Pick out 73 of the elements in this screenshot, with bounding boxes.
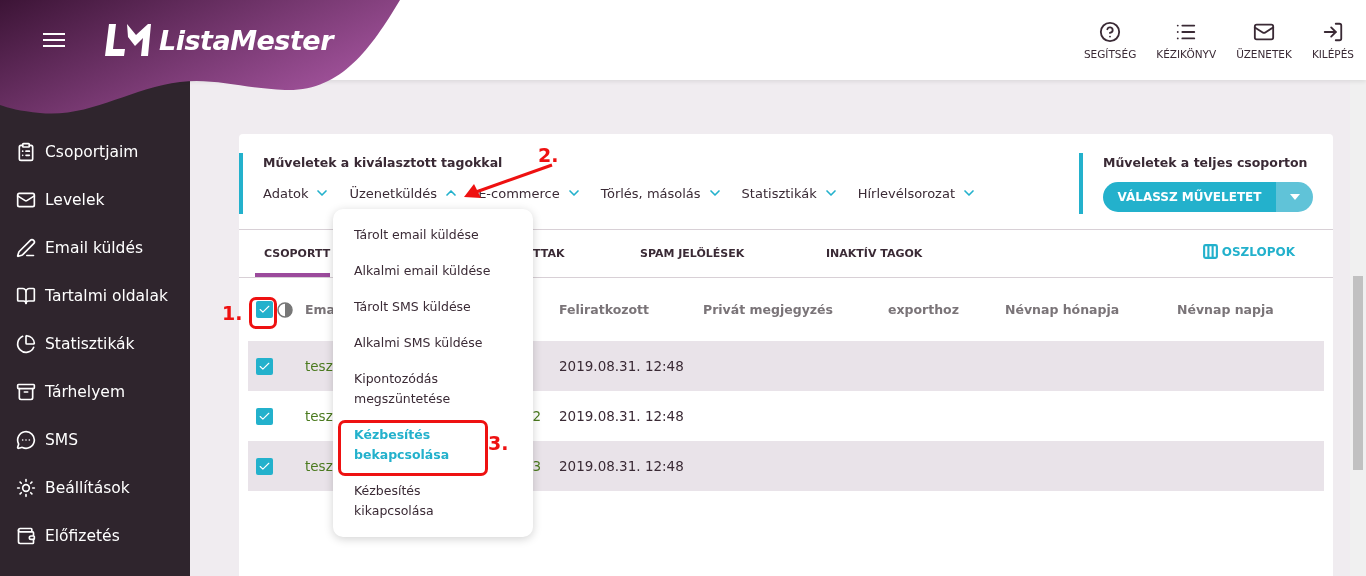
column-header: Feliratkozott bbox=[559, 302, 650, 317]
caret-icon bbox=[1289, 194, 1300, 200]
columns-icon bbox=[1201, 243, 1219, 260]
logout-icon bbox=[1321, 20, 1344, 43]
column-header: Névnap hónapja bbox=[1005, 302, 1120, 317]
check-icon bbox=[258, 303, 271, 316]
menu-item[interactable]: Tárolt email küldése bbox=[354, 225, 479, 245]
annotation-label: 2. bbox=[538, 144, 559, 166]
sidebar-item[interactable]: Csoportjaim bbox=[0, 138, 190, 166]
menu-item[interactable]: Alkalmi SMS küldése bbox=[354, 333, 483, 353]
sidebar-item[interactable]: SMS bbox=[0, 426, 190, 454]
tab[interactable]: TTAK bbox=[533, 230, 565, 277]
column-header: Névnap napja bbox=[1177, 302, 1274, 317]
sidebar-item[interactable]: Statisztikák bbox=[0, 330, 190, 358]
clipboard-icon bbox=[16, 142, 36, 162]
menu-item[interactable]: Kipontozódás megszüntetése bbox=[354, 369, 494, 409]
sidebar-item[interactable]: Előfizetés bbox=[0, 522, 190, 550]
table-cell-text: 2019.08.31. 12:48 bbox=[559, 458, 685, 474]
archive-icon bbox=[16, 382, 36, 402]
action-menu[interactable]: Hírlevélsorozat bbox=[857, 185, 977, 201]
scrollbar[interactable] bbox=[1350, 80, 1366, 576]
action-menu[interactable]: Statisztikák bbox=[741, 185, 839, 201]
menu-button[interactable] bbox=[43, 32, 65, 48]
settings-icon bbox=[16, 478, 36, 498]
column-header: Privát megjegyzés bbox=[703, 302, 834, 317]
header-action-button[interactable]: KILÉPÉS bbox=[1311, 20, 1354, 60]
action-menu[interactable]: Törlés, másolás bbox=[600, 185, 723, 201]
tab[interactable]: INAKTÍV TAGOK bbox=[826, 230, 923, 277]
panel-title: Műveletek a teljes csoporton bbox=[1103, 155, 1309, 170]
contrast-icon bbox=[277, 301, 293, 318]
header-action-button[interactable]: SEGÍTSÉG bbox=[1083, 20, 1137, 60]
select-all-checkbox[interactable] bbox=[256, 301, 273, 318]
pie-chart-icon bbox=[16, 334, 36, 354]
column-header: Ema bbox=[305, 302, 335, 317]
chat-icon bbox=[16, 430, 36, 450]
row-checkbox[interactable] bbox=[256, 357, 273, 375]
table-cell-text: 2019.08.31. 12:48 bbox=[559, 408, 685, 424]
book-icon bbox=[16, 286, 36, 306]
menu-item[interactable]: Tárolt SMS küldése bbox=[354, 297, 471, 317]
row-checkbox[interactable] bbox=[256, 407, 273, 425]
header-action-button[interactable]: ÜZENETEK bbox=[1236, 20, 1292, 60]
menu-item[interactable]: Alkalmi email küldése bbox=[354, 261, 491, 281]
tab[interactable]: SPAM JELÖLÉSEK bbox=[640, 230, 745, 277]
action-menu[interactable]: E-commerce bbox=[478, 185, 582, 201]
table-cell-text: 3 bbox=[531, 458, 542, 474]
annotation-label: 1. bbox=[222, 302, 243, 324]
action-menu[interactable]: Adatok bbox=[263, 185, 331, 201]
sidebar-item[interactable]: Tárhelyem bbox=[0, 378, 190, 406]
sidebar-item[interactable]: Levelek bbox=[0, 186, 190, 214]
menu-icon bbox=[43, 32, 65, 48]
annotation-label: 3. bbox=[488, 432, 509, 454]
table-cell-text: tesz bbox=[305, 358, 334, 374]
sidebar-item[interactable]: Beállítások bbox=[0, 474, 190, 502]
action-menu[interactable]: Üzenetküldés bbox=[349, 185, 460, 201]
wallet-icon bbox=[16, 526, 36, 546]
table-cell-text: 2019.08.31. 12:48 bbox=[559, 358, 685, 374]
logo-text: ListaMester bbox=[159, 24, 333, 56]
scrollbar-thumb[interactable] bbox=[1353, 276, 1363, 470]
mail-icon bbox=[16, 190, 36, 210]
highlight-frame bbox=[249, 297, 277, 329]
column-header: exporthoz bbox=[888, 302, 959, 317]
menu-item[interactable]: Kézbesítés kikapcsolása bbox=[354, 481, 494, 521]
table-cell-text: tesz bbox=[305, 458, 334, 474]
sidebar-item[interactable]: Email küldés bbox=[0, 234, 190, 262]
sidebar-item[interactable]: Tartalmi oldalak bbox=[0, 282, 190, 310]
logo-icon bbox=[105, 23, 151, 57]
table-cell-text: 2 bbox=[531, 408, 542, 424]
row-checkbox[interactable] bbox=[256, 457, 273, 475]
dropdown-toggle[interactable] bbox=[1276, 182, 1313, 212]
header-action-button[interactable]: KÉZIKÖNYV bbox=[1156, 20, 1217, 60]
pen-icon bbox=[16, 238, 36, 258]
help-icon bbox=[1099, 20, 1122, 43]
table-cell-text: tesz bbox=[305, 408, 334, 424]
